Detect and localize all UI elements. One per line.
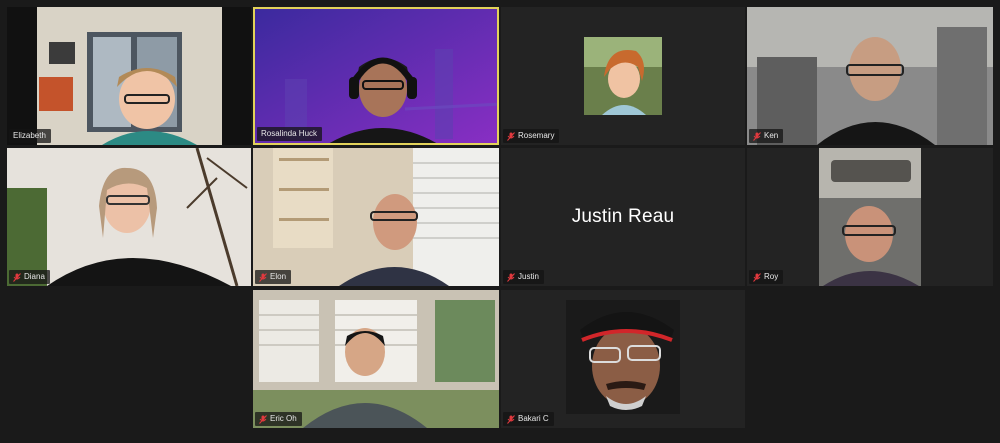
name-label: Diana bbox=[9, 270, 50, 284]
mic-muted-icon bbox=[507, 272, 515, 282]
participant-video-roy bbox=[747, 148, 993, 286]
participant-name: Elon bbox=[270, 272, 287, 281]
profile-photo-rosemary bbox=[584, 37, 662, 115]
mic-muted-icon bbox=[259, 272, 267, 282]
participant-name: Elizabeth bbox=[13, 131, 46, 140]
participant-name: Justin bbox=[518, 272, 539, 281]
mic-muted-icon bbox=[259, 414, 267, 424]
video-tile-justin[interactable]: Justin Reau Justin bbox=[501, 148, 745, 286]
participant-video-rosalinda-huck bbox=[255, 9, 497, 143]
participant-name: Roy bbox=[764, 272, 779, 281]
video-tile-elon[interactable]: Elon bbox=[253, 148, 499, 286]
mic-muted-icon bbox=[753, 272, 761, 282]
mic-muted-icon bbox=[507, 414, 515, 424]
name-label: Rosemary bbox=[503, 129, 560, 143]
video-tile-eric-oh[interactable]: Eric Oh bbox=[253, 290, 499, 428]
video-tile-rosalinda-huck[interactable]: Rosalinda Huck bbox=[253, 7, 499, 145]
name-label: Rosalinda Huck bbox=[257, 127, 323, 141]
participant-video-ken bbox=[747, 7, 993, 145]
profile-photo-bakari-c bbox=[566, 300, 680, 414]
mic-muted-icon bbox=[507, 131, 515, 141]
participant-video-eric-oh bbox=[253, 290, 499, 428]
video-tile-elizabeth[interactable]: Elizabeth bbox=[7, 7, 251, 145]
participant-name: Ken bbox=[764, 131, 779, 140]
participant-name: Bakari C bbox=[518, 414, 549, 423]
mic-muted-icon bbox=[13, 272, 21, 282]
participant-video-elon bbox=[253, 148, 499, 286]
name-label: Bakari C bbox=[503, 412, 554, 426]
participant-name: Eric Oh bbox=[270, 414, 297, 423]
video-tile-rosemary[interactable]: Rosemary bbox=[501, 7, 745, 145]
participant-display-name: Justin Reau bbox=[571, 206, 675, 227]
name-label: Roy bbox=[749, 270, 784, 284]
participant-name: Rosalinda Huck bbox=[261, 129, 318, 138]
name-label: Elon bbox=[255, 270, 292, 284]
video-tile-bakari-c[interactable]: Bakari C bbox=[501, 290, 745, 428]
video-tile-ken[interactable]: Ken bbox=[747, 7, 993, 145]
video-tile-diana[interactable]: Diana bbox=[7, 148, 251, 286]
participant-name: Rosemary bbox=[518, 131, 555, 140]
participant-name: Diana bbox=[24, 272, 45, 281]
name-label: Ken bbox=[749, 129, 784, 143]
name-label: Justin bbox=[503, 270, 544, 284]
mic-muted-icon bbox=[753, 131, 761, 141]
name-label: Eric Oh bbox=[255, 412, 302, 426]
participant-video-elizabeth bbox=[7, 7, 251, 145]
participant-video-diana bbox=[7, 148, 251, 286]
video-tile-roy[interactable]: Roy bbox=[747, 148, 993, 286]
name-label: Elizabeth bbox=[9, 129, 51, 143]
